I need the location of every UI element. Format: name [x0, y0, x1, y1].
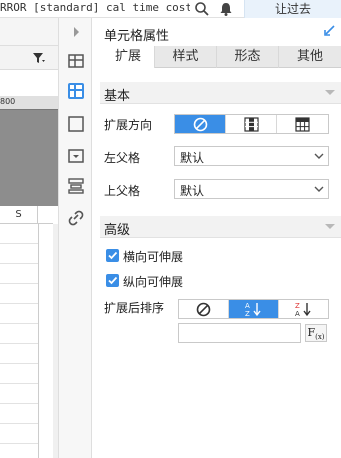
left-parent-label: 左父格 [104, 151, 141, 165]
svg-text:Z: Z [295, 302, 300, 310]
error-message: RROR [standard] cal time cost... [0, 1, 190, 14]
property-tabs: 扩展 样式 形态 其他 [102, 46, 341, 68]
sheet-area: 800 S [0, 18, 89, 458]
collapse-panel-icon[interactable] [323, 25, 335, 37]
horizontal-expand-icon [295, 117, 310, 132]
expand-direction-label: 扩展方向 [104, 118, 153, 132]
checkmark-icon [108, 276, 118, 285]
advanced-section-label: 高级 [104, 223, 131, 238]
basic-section-header[interactable]: 基本 [100, 82, 341, 104]
property-icon-bar [58, 18, 92, 458]
tab-other[interactable]: 其他 [279, 46, 341, 68]
signin-button[interactable]: 让过去 [244, 0, 341, 18]
svg-text:Z: Z [245, 310, 250, 317]
cell-properties-panel: 单元格属性 扩展 样式 形态 其他 基本 扩展方向 左父格 默认 上父格 默认 … [92, 18, 341, 458]
expand-vertical-option[interactable] [226, 115, 277, 133]
grid-rows[interactable] [0, 224, 38, 458]
cell-element-icon[interactable] [66, 51, 86, 71]
widget-icon[interactable] [66, 146, 86, 166]
tab-expand[interactable]: 扩展 [102, 46, 155, 68]
formula-editor-button[interactable]: F(x) [305, 324, 327, 342]
sheet-grid[interactable]: S [0, 206, 89, 458]
sort-label: 扩展后排序 [104, 301, 165, 315]
hyperlink-icon[interactable] [66, 208, 86, 228]
vertical-extend-label: 纵向可伸展 [123, 275, 184, 289]
chevron-down-icon [325, 90, 335, 95]
panel-title: 单元格属性 [104, 29, 170, 44]
chevron-down-icon [325, 224, 335, 229]
no-expand-icon [193, 117, 208, 132]
left-parent-select[interactable]: 默认 [174, 146, 329, 166]
sort-none-option[interactable] [179, 300, 229, 318]
column-header-extra [38, 206, 89, 224]
no-sort-icon [196, 302, 211, 317]
tab-style[interactable]: 样式 [155, 46, 217, 68]
tab-form[interactable]: 形态 [217, 46, 279, 68]
expand-direction-control [174, 114, 329, 134]
vertical-extend-checkbox[interactable] [106, 274, 119, 287]
sort-control: A Z Z A [178, 299, 329, 319]
column-divider [38, 224, 39, 458]
sort-descending-option[interactable]: Z A [279, 300, 329, 318]
svg-text:A: A [295, 310, 300, 317]
ruler-label: 800 [0, 97, 16, 106]
sort-ascending-option[interactable]: A Z [229, 300, 279, 318]
sort-ascending-icon: A Z [245, 302, 261, 317]
ruler-scale: 800 [0, 96, 58, 110]
cell-attribute-icon[interactable] [66, 81, 86, 101]
left-parent-value: 默认 [180, 151, 205, 165]
page-ruler: 800 [0, 96, 58, 206]
chevron-down-icon [314, 153, 324, 159]
advanced-section-header[interactable]: 高级 [100, 216, 341, 238]
sort-descending-icon: Z A [295, 302, 311, 317]
horizontal-extend-label: 横向可伸展 [123, 250, 184, 264]
toolbar-strip [0, 18, 58, 46]
top-parent-label: 上父格 [104, 184, 141, 198]
fx-label: F [307, 326, 316, 339]
fx-sub: (x) [315, 333, 325, 342]
top-parent-select[interactable]: 默认 [174, 179, 329, 199]
svg-text:A: A [245, 302, 250, 310]
filter-icon[interactable] [32, 52, 46, 64]
bell-icon[interactable] [218, 1, 234, 17]
sort-formula-input[interactable] [178, 323, 301, 343]
horizontal-extend-checkbox[interactable] [106, 249, 119, 262]
checkmark-icon [108, 251, 118, 260]
border-icon[interactable] [66, 114, 86, 134]
filter-strip [0, 46, 58, 70]
search-icon[interactable] [194, 1, 210, 17]
top-parent-value: 默认 [180, 184, 205, 198]
vertical-expand-icon [244, 117, 259, 132]
basic-section-label: 基本 [104, 89, 131, 104]
chevron-down-icon [314, 186, 324, 192]
collapse-arrow-icon[interactable] [66, 22, 86, 42]
condition-icon[interactable] [66, 176, 86, 196]
expand-horizontal-option[interactable] [277, 115, 328, 133]
top-bar: RROR [standard] cal time cost... 让过去 [0, 0, 341, 18]
column-header[interactable]: S [0, 206, 38, 224]
expand-none-option[interactable] [175, 115, 226, 133]
